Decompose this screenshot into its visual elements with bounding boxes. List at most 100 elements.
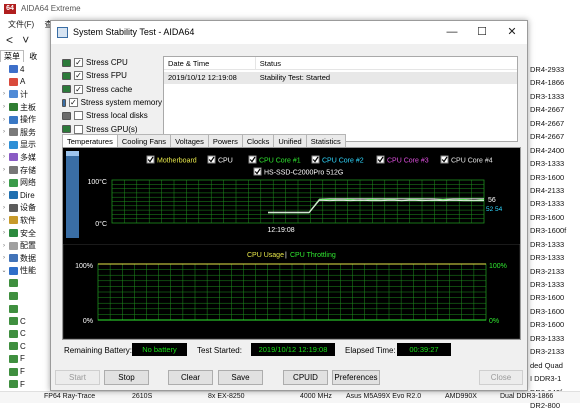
tree-item[interactable]: › 网络: [0, 176, 50, 189]
expand-arrow-icon[interactable]: ›: [0, 205, 8, 211]
memory-type-cell: DR3-1333: [530, 253, 565, 263]
tree-item[interactable]: F: [0, 378, 50, 391]
benchmark-row[interactable]: FP64 Ray-Trace 2610S 8x EX-8250 4000 MHz…: [0, 391, 580, 403]
preferences-button[interactable]: Preferences: [332, 370, 380, 385]
stress-option-label: Stress cache: [86, 84, 133, 94]
expand-arrow-icon[interactable]: ›: [0, 91, 8, 97]
chevron-down-icon[interactable]: ˅: [22, 33, 36, 47]
graph-tab[interactable]: Unified: [273, 134, 307, 148]
tree-item[interactable]: F: [0, 353, 50, 366]
close-button[interactable]: Close: [479, 370, 523, 385]
tree-item[interactable]: [0, 302, 50, 315]
tree-item[interactable]: [0, 290, 50, 303]
expand-arrow-icon[interactable]: ›: [0, 167, 8, 173]
tree-node-icon: [9, 178, 18, 187]
graph-tab[interactable]: Clocks: [241, 134, 275, 148]
memory-type-cell: DR3-1600: [530, 172, 565, 182]
stress-checkbox[interactable]: [74, 111, 83, 121]
expand-arrow-icon[interactable]: ›: [0, 255, 8, 261]
graph-tab[interactable]: Voltages: [170, 134, 209, 148]
stress-device-icon: [62, 85, 71, 94]
tree-item[interactable]: ⌄ 性能: [0, 265, 50, 278]
aida64-app-icon: 64: [4, 4, 16, 14]
stop-button[interactable]: Stop: [104, 370, 149, 385]
left-axis-bottom-label: 0%: [83, 318, 93, 325]
expand-arrow-icon[interactable]: ›: [0, 217, 8, 223]
menu-file[interactable]: 文件(F): [8, 20, 34, 29]
expand-arrow-icon[interactable]: ›: [0, 129, 8, 135]
tree-item[interactable]: C: [0, 340, 50, 353]
tree-item[interactable]: › 存储: [0, 164, 50, 177]
test-started-value: 2019/10/12 12:19:08: [251, 343, 335, 356]
stress-checkbox[interactable]: [74, 124, 83, 134]
tree-item[interactable]: › 设备: [0, 202, 50, 215]
close-icon[interactable]: ✕: [497, 21, 527, 44]
tab-favorites[interactable]: 收: [26, 51, 40, 62]
graph-tab[interactable]: Powers: [207, 134, 243, 148]
stress-option[interactable]: ✓ Stress cache: [62, 83, 162, 96]
stress-device-icon: [62, 125, 71, 134]
stress-checkbox[interactable]: ✓: [68, 98, 78, 108]
stress-option[interactable]: ✓ Stress FPU: [62, 69, 162, 82]
back-arrow-icon[interactable]: <: [6, 33, 20, 47]
start-button[interactable]: Start: [55, 370, 100, 385]
tree-item[interactable]: C: [0, 327, 50, 340]
stability-test-window: System Stability Test - AIDA64 — ☐ ✕ ✓ St…: [50, 20, 528, 391]
expand-arrow-icon[interactable]: ›: [0, 117, 8, 123]
tree-item-label: 设备: [20, 203, 36, 213]
expand-arrow-icon[interactable]: ⌄: [0, 267, 8, 274]
graph-tab[interactable]: Statistics: [305, 134, 346, 148]
tree-item[interactable]: C: [0, 315, 50, 328]
stress-option[interactable]: ✓ Stress CPU: [62, 56, 162, 69]
stress-option[interactable]: Stress local disks: [62, 109, 162, 122]
tree-item[interactable]: › 数据: [0, 252, 50, 265]
tree-item[interactable]: F: [0, 365, 50, 378]
column-header-status[interactable]: Status: [256, 57, 517, 69]
scrollbar-thumb[interactable]: [66, 151, 79, 156]
expand-arrow-icon[interactable]: ›: [0, 142, 8, 148]
graph-tab[interactable]: Cooling Fans: [116, 134, 172, 148]
expand-arrow-icon[interactable]: ›: [0, 230, 8, 236]
stress-checkbox[interactable]: ✓: [74, 71, 83, 81]
expand-arrow-icon[interactable]: ›: [0, 180, 8, 186]
tree-item[interactable]: 4: [0, 63, 50, 76]
graph-scrollbar[interactable]: [66, 151, 79, 238]
expand-arrow-icon[interactable]: ›: [0, 104, 8, 110]
tree-node-icon: [9, 354, 18, 363]
tree-item[interactable]: [0, 277, 50, 290]
tree-item[interactable]: › 计: [0, 88, 50, 101]
tree-item[interactable]: › 主板: [0, 101, 50, 114]
expand-arrow-icon[interactable]: ›: [0, 192, 8, 198]
cpuid-button[interactable]: CPUID: [283, 370, 328, 385]
status-table-row[interactable]: 2019/10/12 12:19:08 Stability Test: Star…: [164, 72, 517, 84]
tab-menu[interactable]: 菜单: [0, 50, 24, 62]
tree-item-label: 网络: [20, 178, 36, 188]
memory-type-cell: DR4-2667: [530, 105, 565, 115]
stress-checkbox[interactable]: ✓: [74, 84, 83, 94]
tree-item[interactable]: › 软件: [0, 214, 50, 227]
tree-item-label: 配置: [20, 241, 36, 251]
tree-item[interactable]: › 配置: [0, 239, 50, 252]
save-button[interactable]: Save: [218, 370, 263, 385]
expand-arrow-icon[interactable]: ›: [0, 154, 8, 160]
expand-arrow-icon[interactable]: ›: [0, 243, 8, 249]
stress-checkbox[interactable]: ✓: [74, 58, 83, 68]
tree-item[interactable]: A: [0, 76, 50, 89]
tree-item[interactable]: › 操作: [0, 113, 50, 126]
maximize-icon[interactable]: ☐: [467, 21, 497, 44]
stress-device-icon: [62, 98, 66, 107]
memory-type-cell: DR3-1333: [530, 239, 565, 249]
column-header-datetime[interactable]: Date & Time: [164, 57, 256, 69]
tree-item[interactable]: › Dire: [0, 189, 50, 202]
tree-item[interactable]: › 显示: [0, 139, 50, 152]
stress-option[interactable]: ✓ Stress system memory: [62, 96, 162, 109]
graph-tab[interactable]: Temperatures: [62, 134, 118, 148]
tree-item[interactable]: › 安全: [0, 227, 50, 240]
minimize-icon[interactable]: —: [437, 21, 467, 44]
clear-button[interactable]: Clear: [168, 370, 213, 385]
tree-item-label: 4: [20, 64, 25, 74]
tree-item-label: C: [20, 329, 26, 339]
tree-item[interactable]: › 多媒: [0, 151, 50, 164]
tree-item[interactable]: › 服务: [0, 126, 50, 139]
tree-node-icon: [9, 329, 18, 338]
